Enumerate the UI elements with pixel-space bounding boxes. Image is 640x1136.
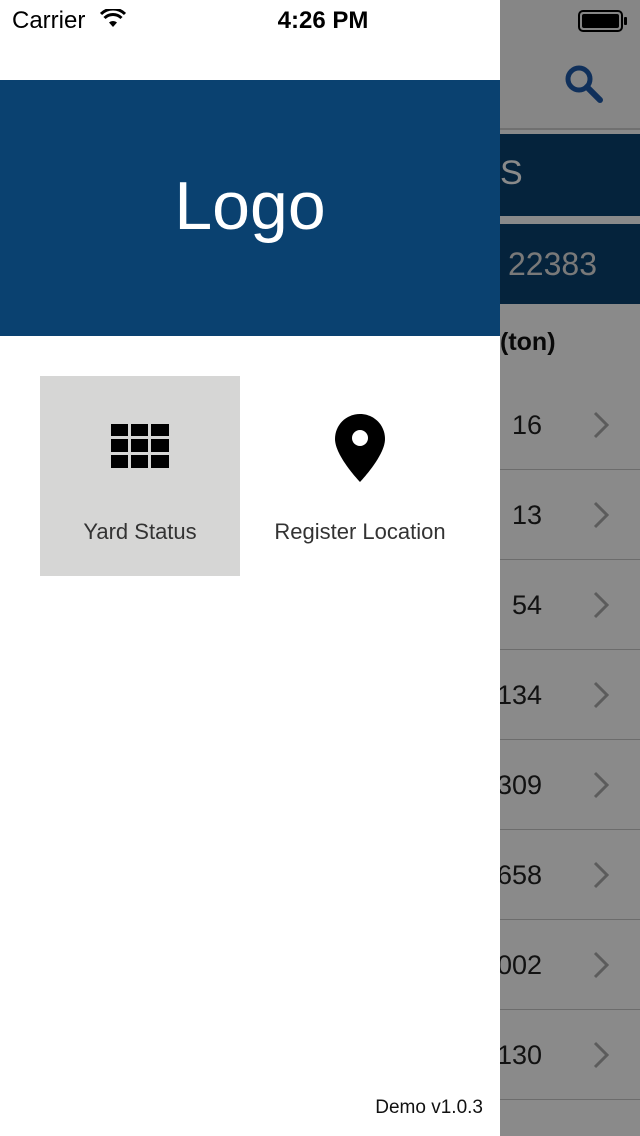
logo: Logo	[174, 168, 326, 244]
grid-icon	[111, 424, 169, 468]
app-version: Demo v1.0.3	[375, 1097, 483, 1118]
map-pin-icon	[335, 414, 385, 482]
yard-status-button[interactable]: Yard Status	[40, 376, 240, 576]
register-location-label: Register Location	[274, 519, 446, 544]
logo-banner: Logo	[0, 80, 500, 336]
side-drawer: Logo Yard Status Register Location Demo …	[0, 0, 500, 1136]
status-time: 4:26 PM	[277, 7, 369, 34]
status-bar: Carrier 4:26 PM	[0, 0, 640, 40]
battery-icon	[578, 10, 627, 32]
register-location-button[interactable]: Register Location	[260, 376, 460, 576]
